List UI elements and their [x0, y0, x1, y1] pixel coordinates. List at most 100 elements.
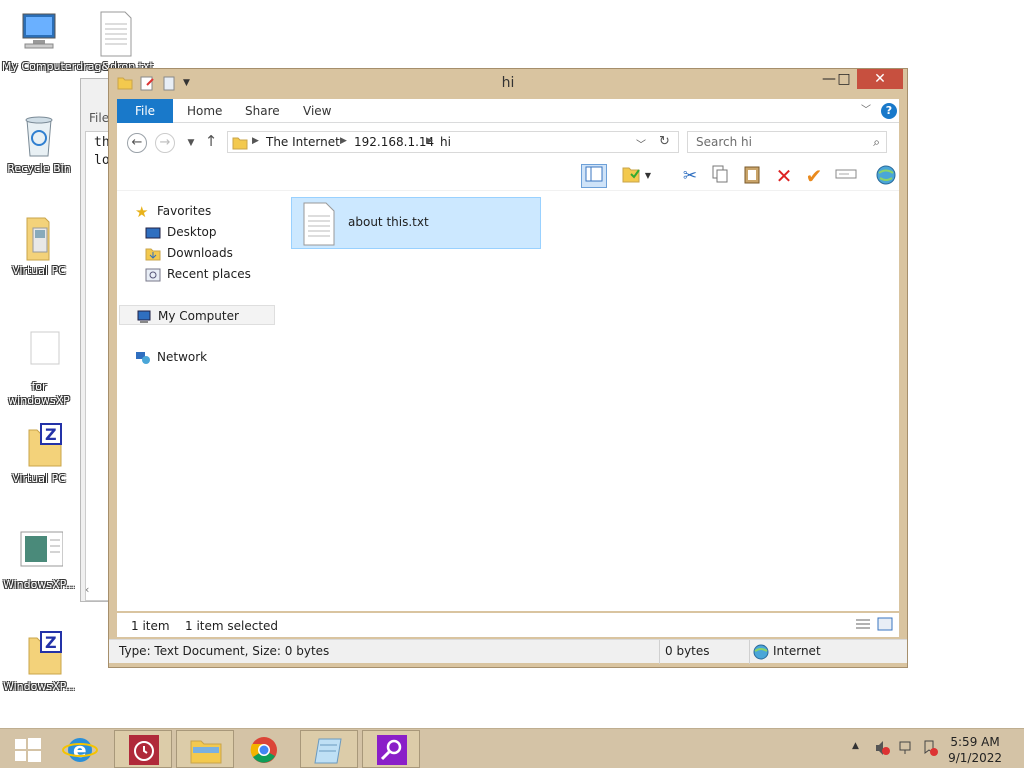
- downloads-icon: [145, 247, 161, 261]
- forward-button[interactable]: →: [155, 133, 175, 153]
- tab-home[interactable]: Home: [187, 99, 222, 123]
- size-info: 0 bytes: [665, 644, 710, 658]
- explorer-window: ▼ hi — □ ✕ File Home Share View ﹀ ? ← → …: [108, 68, 908, 668]
- network-icon: [135, 351, 151, 365]
- desktop-icon-dragdrop[interactable]: drag&drop.txt: [76, 10, 154, 74]
- file-list: about this.txt: [283, 191, 899, 611]
- desktop-icon-windowsxp-2[interactable]: Z WindowsXP...: [0, 630, 78, 694]
- volume-muted-icon[interactable]: [874, 739, 890, 760]
- nav-label: Network: [157, 350, 208, 364]
- desktop-icon-label: WindowsXP...: [2, 578, 76, 591]
- search-placeholder: Search hi: [696, 135, 752, 149]
- text-file-icon: [302, 202, 336, 249]
- desktop-icon-recycle-bin[interactable]: Recycle Bin: [0, 112, 78, 176]
- checkmark-icon[interactable]: ✔: [801, 164, 827, 188]
- desktop-icon-label: Recycle Bin: [7, 162, 71, 175]
- nav-favorites[interactable]: ★ Favorites: [135, 201, 211, 221]
- desktop-icon-for-windowsxp[interactable]: for windowsXP: [0, 330, 78, 408]
- tab-share[interactable]: Share: [245, 99, 280, 123]
- star-icon: ★: [135, 202, 149, 221]
- file-explorer-button[interactable]: [176, 730, 234, 768]
- nav-my-computer[interactable]: My Computer: [119, 305, 275, 325]
- image-file-icon: [15, 528, 64, 576]
- breadcrumb-hi[interactable]: hi: [440, 135, 451, 149]
- status-bar: 1 item 1 item selected: [117, 613, 899, 637]
- address-field[interactable]: ▶ The Internet ▶ 192.168.1.14 ▶ hi ﹀: [227, 131, 679, 153]
- desktop-icon-label: Virtual PC: [12, 472, 66, 485]
- delete-icon[interactable]: ✕: [771, 164, 797, 188]
- desktop-icon-label: Virtual PC: [12, 264, 66, 277]
- rename-icon[interactable]: [833, 164, 859, 188]
- clock-time: 5:59 AM: [950, 735, 1000, 749]
- search-input[interactable]: Search hi ⌕: [687, 131, 887, 153]
- tab-file[interactable]: File: [117, 99, 173, 123]
- show-hidden-icons-button[interactable]: ▲: [852, 741, 859, 751]
- internet-explorer-icon: e: [62, 738, 98, 762]
- nav-label: Favorites: [157, 204, 212, 218]
- breadcrumb-separator[interactable]: ▶: [340, 136, 347, 146]
- action-center-icon[interactable]: [922, 739, 938, 760]
- zip-folder-icon: Z: [15, 422, 63, 470]
- breadcrumb-separator[interactable]: ▶: [252, 136, 259, 146]
- chevron-down-icon[interactable]: ▼: [641, 164, 655, 188]
- network-status-icon[interactable]: [898, 739, 914, 760]
- maximize-button[interactable]: □: [831, 69, 857, 89]
- navigation-pane: ★ Favorites Desktop Downloads Recent plac…: [117, 191, 283, 611]
- nav-label: Downloads: [167, 246, 233, 260]
- cut-icon[interactable]: ✂: [677, 164, 703, 188]
- recent-locations-button[interactable]: ▼: [181, 133, 201, 153]
- system-clock[interactable]: 5:59 AM 9/1/2022: [948, 734, 1002, 766]
- help-icon[interactable]: ?: [881, 103, 897, 119]
- desktop-icon-virtual-pc-2[interactable]: Z Virtual PC: [0, 422, 78, 486]
- address-dropdown-icon[interactable]: ﹀: [636, 136, 646, 151]
- globe-icon[interactable]: [873, 164, 899, 188]
- nav-recent-places[interactable]: Recent places: [145, 264, 251, 284]
- nav-downloads[interactable]: Downloads: [145, 243, 233, 263]
- close-button[interactable]: ✕: [857, 69, 903, 89]
- chrome-button[interactable]: [236, 730, 294, 768]
- desktop-icon-my-computer[interactable]: My Computer: [0, 10, 78, 74]
- internet-explorer-button[interactable]: e: [50, 730, 108, 768]
- desktop-icon-windowsxp-1[interactable]: WindowsXP...: [0, 528, 78, 592]
- alarm-app-button[interactable]: [114, 730, 172, 768]
- svg-text:Z: Z: [45, 425, 57, 444]
- breadcrumb-ip[interactable]: 192.168.1.14: [354, 135, 434, 149]
- file-explorer-icon: [190, 740, 222, 764]
- up-button[interactable]: ↑: [201, 133, 221, 153]
- magnifier-icon: [377, 735, 407, 765]
- refresh-button[interactable]: ↻: [651, 131, 679, 153]
- nav-desktop[interactable]: Desktop: [145, 222, 217, 242]
- desktop-icon-virtual-pc[interactable]: Virtual PC: [0, 214, 78, 278]
- notepad-icon: [314, 738, 342, 764]
- nav-network[interactable]: Network: [135, 347, 207, 367]
- address-bar-row: ← → ▼ ↑ ▶ The Internet ▶ 192.168.1.14 ▶ …: [117, 123, 899, 161]
- windows-logo-icon: [15, 738, 41, 762]
- taskbar: e ▲ 5:59 AM 9/1/2022: [0, 728, 1024, 768]
- svg-text:Z: Z: [45, 633, 57, 652]
- notepad-menu-file[interactable]: File: [89, 111, 109, 125]
- preview-pane-button[interactable]: [581, 164, 607, 188]
- start-button[interactable]: [2, 730, 50, 768]
- details-view-icon[interactable]: [855, 617, 871, 634]
- large-icons-view-icon[interactable]: [877, 617, 893, 634]
- nav-label: Desktop: [167, 225, 217, 239]
- zone-info: Internet: [773, 644, 821, 658]
- title-bar[interactable]: ▼ hi — □ ✕: [109, 69, 907, 99]
- expand-ribbon-icon[interactable]: ﹀: [861, 99, 871, 123]
- breadcrumb-the-internet[interactable]: The Internet: [266, 135, 340, 149]
- alarm-clock-icon: [129, 735, 159, 765]
- chrome-icon: [250, 737, 277, 763]
- file-item[interactable]: about this.txt: [291, 197, 541, 249]
- selected-count: 1 item selected: [185, 619, 279, 633]
- scroll-left-arrow[interactable]: ‹: [85, 583, 109, 599]
- search-app-button[interactable]: [362, 730, 420, 768]
- recent-places-icon: [145, 268, 161, 282]
- globe-icon: [753, 644, 769, 663]
- back-button[interactable]: ←: [127, 133, 147, 153]
- paste-icon[interactable]: [739, 164, 765, 188]
- breadcrumb-separator[interactable]: ▶: [426, 136, 433, 146]
- tab-view[interactable]: View: [303, 99, 331, 123]
- notepad-button[interactable]: [300, 730, 358, 768]
- copy-icon[interactable]: [707, 164, 733, 188]
- nav-label: Recent places: [167, 267, 251, 281]
